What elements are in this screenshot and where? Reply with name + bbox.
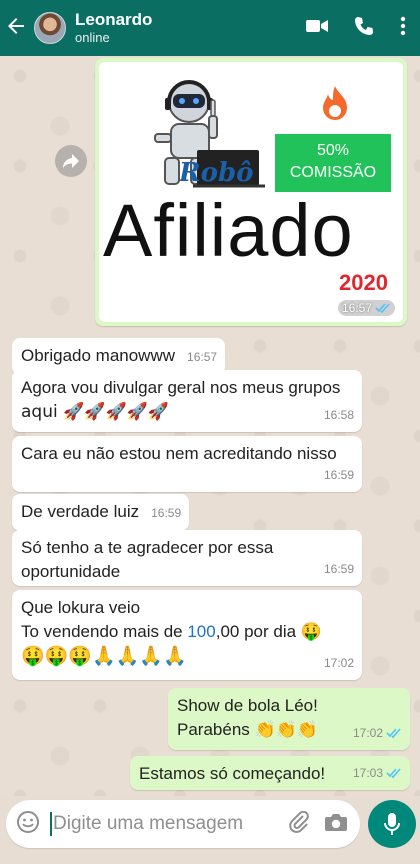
message-text-part: ,00 por dia 🤑 <box>215 622 322 641</box>
incoming-message[interactable]: De verdade luiz 16:59 <box>12 494 190 531</box>
message-text: Que lokura veio <box>21 598 141 617</box>
message-emoji-line: 🤑🤑🤑🙏🙏🙏🙏 <box>21 645 187 667</box>
message-text: aqui 🚀🚀🚀🚀🚀 <box>21 402 169 422</box>
contact-name: Leonardo <box>75 10 153 29</box>
microphone-icon <box>384 813 400 835</box>
incoming-message[interactable]: Cara eu não estou nem acreditando nisso … <box>12 436 362 492</box>
logo-year: 2020 <box>339 270 388 295</box>
header-actions <box>306 16 406 36</box>
commission-label: COMISSÃO <box>289 164 377 181</box>
message-timestamp: 16:57 <box>337 300 395 316</box>
incoming-message[interactable]: Só tenho a te agradecer por essa oportun… <box>12 530 362 586</box>
message-text: Show de bola Léo! <box>177 696 318 715</box>
message-time: 17:03 <box>352 766 383 780</box>
contact-status: online <box>75 30 110 45</box>
outgoing-message[interactable]: Show de bola Léo! Parabéns 👏👏👏 17:02 <box>168 688 410 750</box>
emoji-icon[interactable] <box>16 810 40 839</box>
back-arrow-icon[interactable] <box>6 16 32 40</box>
video-call-icon[interactable] <box>306 18 328 34</box>
timestamp-text: 16:57 <box>341 301 372 315</box>
message-time: 17:02 <box>352 726 383 740</box>
message-text: oportunidade <box>21 562 121 581</box>
read-ticks-icon <box>386 728 401 738</box>
fire-icon <box>311 81 359 129</box>
read-ticks-icon <box>375 303 390 313</box>
message-text: Obrigado manowww <box>21 346 176 365</box>
message-time: 17:02 <box>323 656 354 670</box>
contact-info[interactable]: Leonardo online <box>75 10 152 46</box>
incoming-message[interactable]: Que lokura veio To vendendo mais de 100,… <box>12 590 362 680</box>
message-text-part: To vendendo mais de <box>21 622 188 641</box>
forward-icon[interactable] <box>55 145 87 177</box>
input-placeholder: Digite uma mensagem <box>53 813 244 834</box>
composer-bar: Digite uma mensagem <box>0 796 420 864</box>
message-time: 16:59 <box>323 562 354 576</box>
logo-small-text: Robô <box>179 158 254 188</box>
highlighted-number[interactable]: 100 <box>187 622 215 641</box>
chat-header: Leonardo online <box>0 0 420 56</box>
message-meta: 17:02 <box>353 721 402 745</box>
camera-icon[interactable] <box>324 812 348 837</box>
commission-badge: 50% COMISSÃO <box>275 134 391 192</box>
message-text: Só tenho a te agradecer por essa <box>21 538 274 557</box>
message-text: To vendendo mais de 100,00 por dia 🤑 <box>21 620 354 644</box>
message-input-box[interactable]: Digite uma mensagem <box>6 800 360 848</box>
image-message-bubble[interactable]: Robô 50% COMISSÃO Afiliado 2020 16:57 <box>95 58 407 326</box>
read-ticks-icon <box>386 768 401 778</box>
outgoing-message[interactable]: Estamos só começando! 17:03 <box>130 756 410 790</box>
attach-icon[interactable] <box>288 810 310 838</box>
message-time: 16:59 <box>323 468 354 482</box>
message-text: Cara eu não estou nem acreditando nisso <box>21 444 337 463</box>
message-meta: 17:03 <box>353 761 402 785</box>
message-text: De verdade luiz <box>21 502 140 521</box>
message-time: 16:58 <box>323 408 354 422</box>
message-text: Estamos só começando! <box>139 764 326 783</box>
logo-word: Afiliado <box>103 189 354 272</box>
message-text: Agora vou divulgar geral nos meus grupos <box>21 378 341 397</box>
commission-percent: 50% <box>316 142 350 159</box>
voice-record-button[interactable] <box>368 800 416 848</box>
more-options-icon[interactable] <box>400 16 406 36</box>
message-time: 16:59 <box>151 506 182 520</box>
text-caret <box>50 812 52 836</box>
promo-image[interactable]: Robô 50% COMISSÃO Afiliado 2020 16:57 <box>99 62 403 322</box>
incoming-message[interactable]: Agora vou divulgar geral nos meus grupos… <box>12 370 362 432</box>
message-input[interactable]: Digite uma mensagem <box>50 812 288 836</box>
voice-call-icon[interactable] <box>354 16 374 36</box>
message-time: 16:57 <box>187 350 218 364</box>
contact-avatar[interactable] <box>34 12 66 44</box>
